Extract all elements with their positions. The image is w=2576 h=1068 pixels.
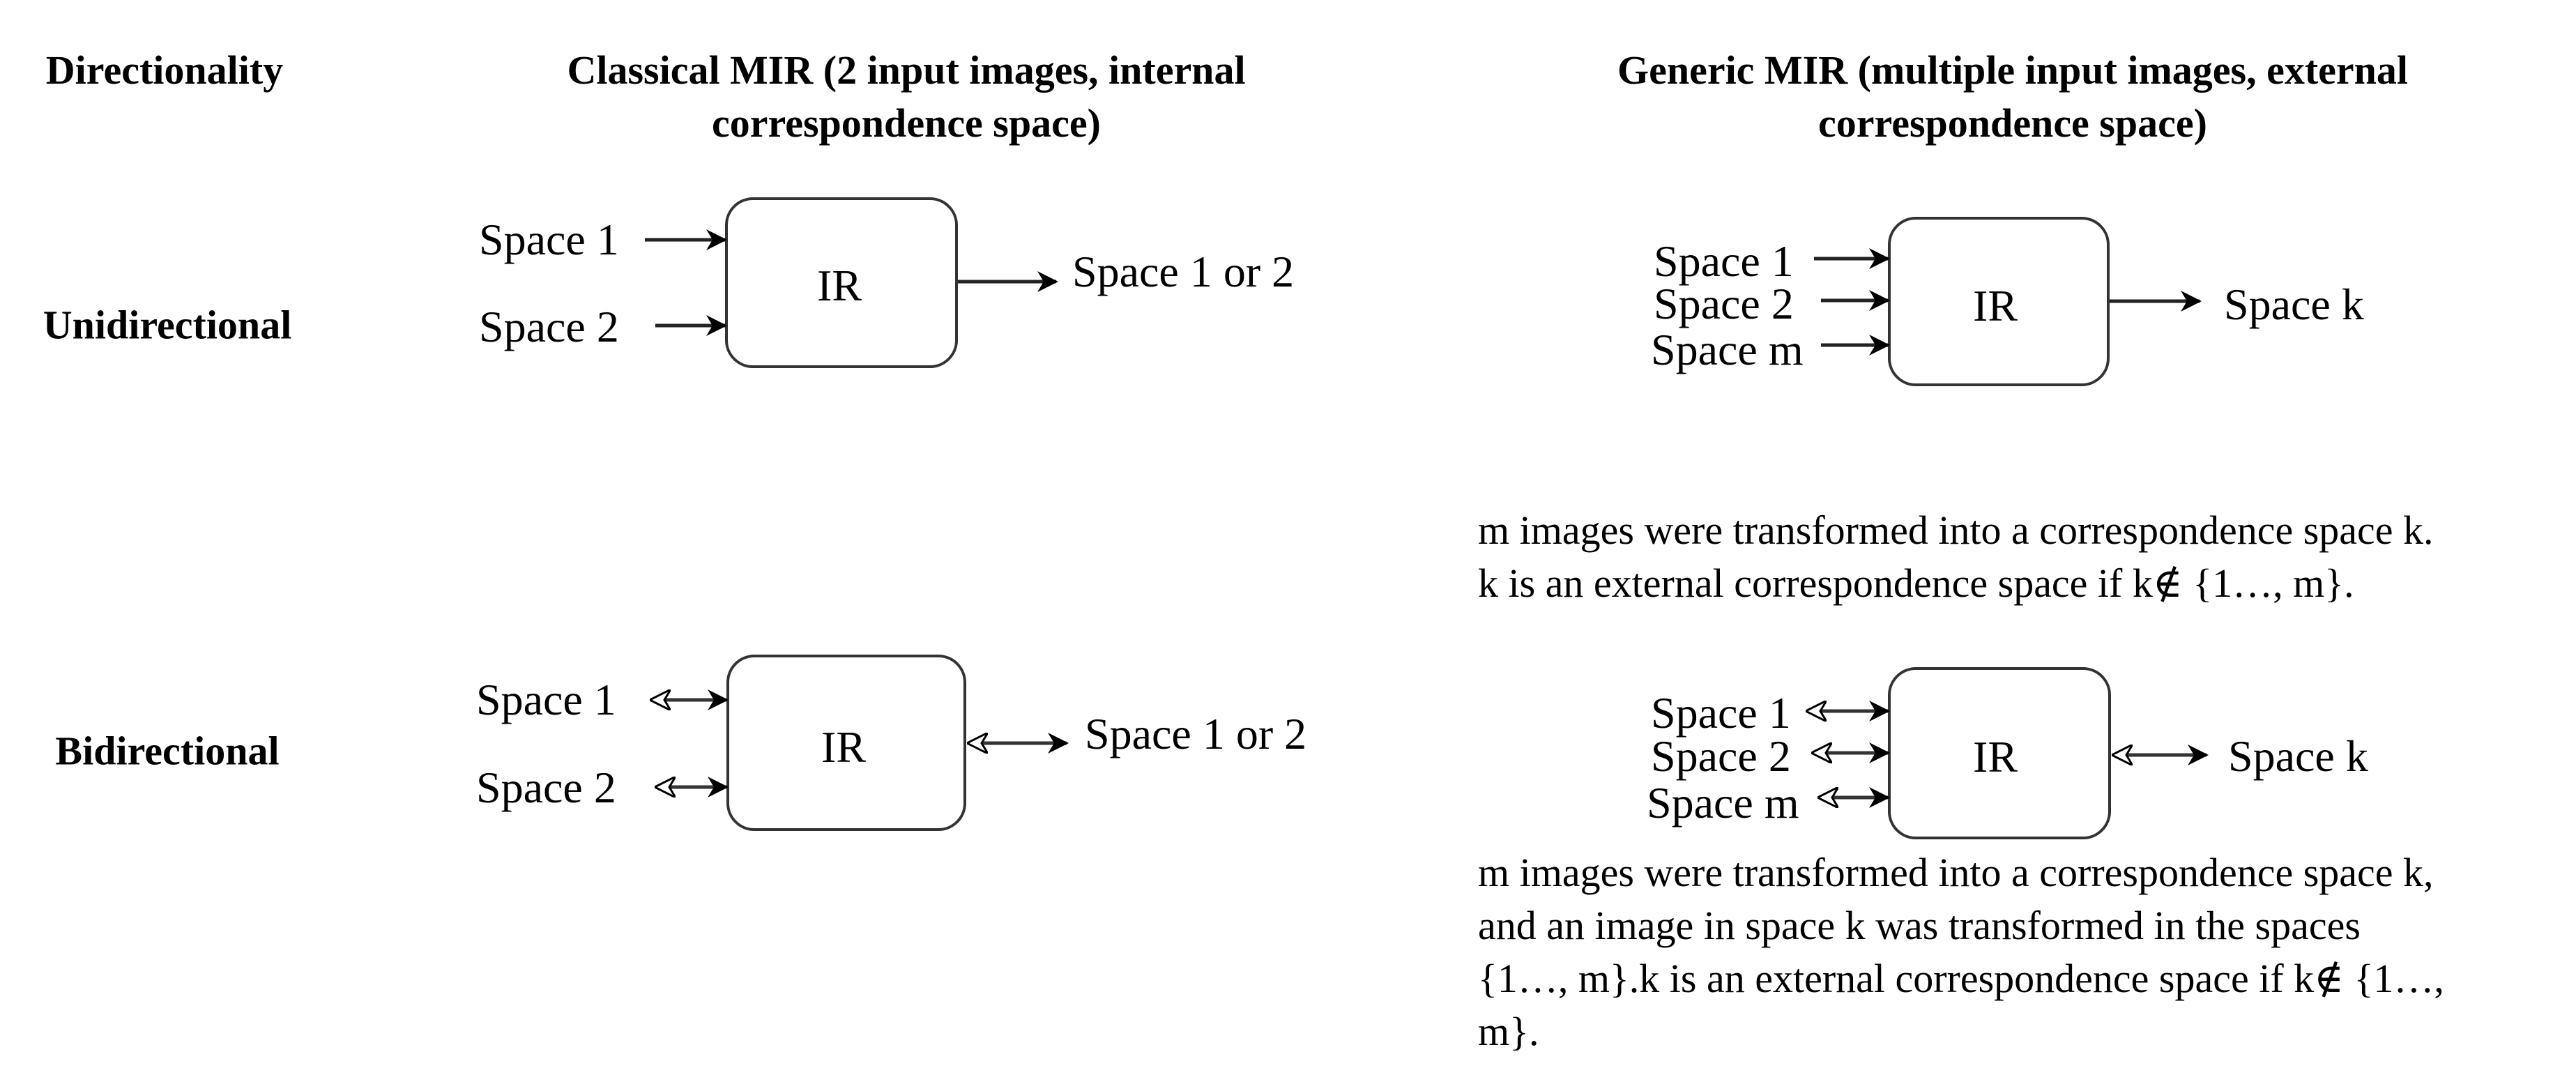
ir-label: IR	[1973, 732, 2018, 781]
ir-label: IR	[1973, 281, 2018, 330]
input-label-space-1: Space 1	[476, 675, 616, 724]
input-label-space-2: Space 2	[1654, 279, 1794, 328]
input-label-space-1: Space 1	[1651, 688, 1791, 738]
input-label-space-1: Space 1	[1654, 236, 1794, 286]
note-line: m images were transformed into a corresp…	[1478, 850, 2434, 895]
output-label: Space k	[2228, 731, 2368, 781]
input-label-space-2: Space 2	[479, 302, 619, 351]
input-label-space-1: Space 1	[479, 215, 619, 264]
note-bidirectional: m images were transformed into a corresp…	[1478, 846, 2444, 1058]
note-unidirectional: m images were transformed into a corresp…	[1478, 504, 2434, 610]
note-line: m images were transformed into a corresp…	[1478, 508, 2434, 553]
input-label-space-2: Space 2	[1651, 731, 1791, 781]
input-label-space-m: Space m	[1647, 778, 1799, 827]
ir-label: IR	[821, 722, 866, 772]
note-line: k is an external correspondence space if…	[1478, 560, 2354, 606]
output-label: Space k	[2224, 280, 2364, 329]
note-line: m}.	[1478, 1009, 1539, 1054]
output-label: Space 1 or 2	[1085, 709, 1307, 758]
input-label-space-2: Space 2	[476, 763, 616, 812]
note-line: {1…, m}.k is an external correspondence …	[1478, 956, 2444, 1001]
ir-label: IR	[817, 261, 862, 310]
note-line: and an image in space k was transformed …	[1478, 903, 2361, 948]
input-label-space-m: Space m	[1651, 325, 1804, 374]
output-label: Space 1 or 2	[1072, 247, 1295, 296]
